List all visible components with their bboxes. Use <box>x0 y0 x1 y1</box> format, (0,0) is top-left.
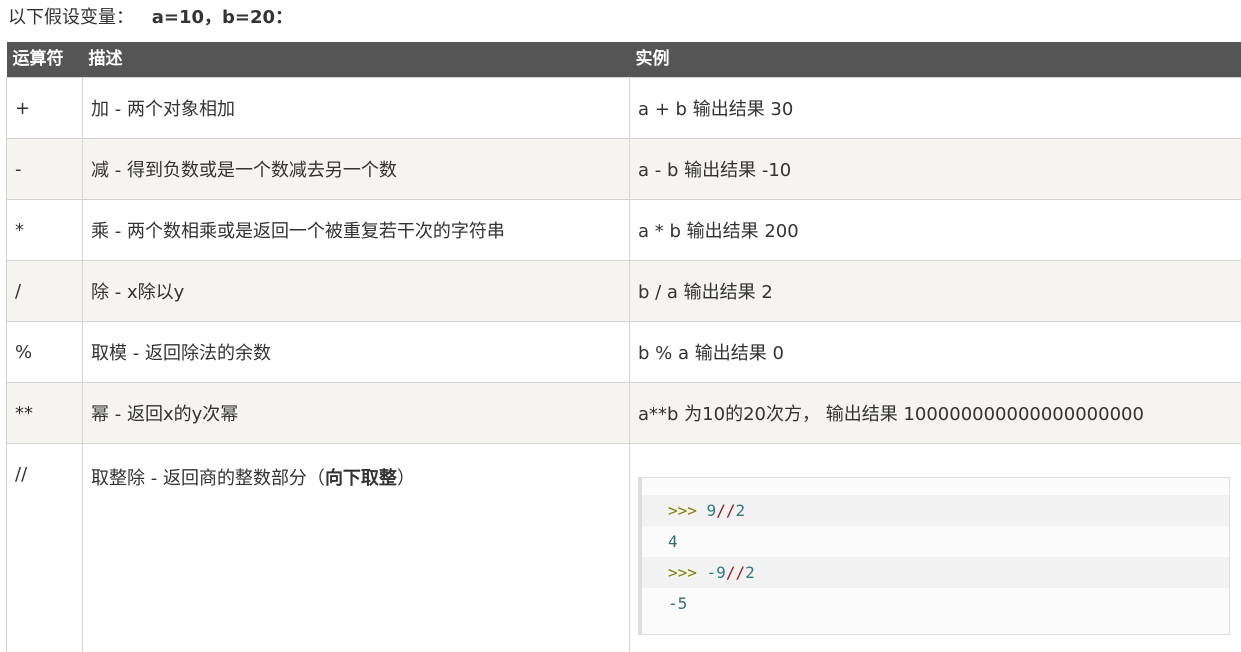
code-block: >>> 9//2 4 >>> -9//2 -5 <box>638 477 1230 635</box>
code-output: 4 <box>668 532 678 551</box>
intro-label: 以下假设变量： <box>8 7 134 28</box>
header-description: 描述 <box>83 42 630 78</box>
description-cell: 取整除 - 返回商的整数部分（向下取整） <box>83 444 630 652</box>
code-number: 9 <box>707 501 717 520</box>
operator-cell: // <box>7 444 83 652</box>
table-row: / 除 - x除以y b / a 输出结果 2 <box>7 261 1241 322</box>
code-prompt: >>> <box>668 563 697 582</box>
table-row: - 减 - 得到负数或是一个数减去另一个数 a - b 输出结果 -10 <box>7 139 1241 200</box>
operator-cell: ** <box>7 383 83 444</box>
code-output: -5 <box>668 594 687 613</box>
code-line: -5 <box>642 588 1229 619</box>
table-row: % 取模 - 返回除法的余数 b % a 输出结果 0 <box>7 322 1241 383</box>
code-line: >>> 9//2 <box>642 495 1229 526</box>
description-cell: 减 - 得到负数或是一个数减去另一个数 <box>83 139 630 200</box>
table-row: + 加 - 两个对象相加 a + b 输出结果 30 <box>7 78 1241 139</box>
table-row: ** 幂 - 返回x的y次幂 a**b 为10的20次方， 输出结果 10000… <box>7 383 1241 444</box>
description-text-end: ） <box>397 468 415 489</box>
code-operator: // <box>716 501 735 520</box>
description-cell: 幂 - 返回x的y次幂 <box>83 383 630 444</box>
operator-cell: % <box>7 322 83 383</box>
table-header-row: 运算符 描述 实例 <box>7 42 1241 78</box>
code-line: 4 <box>642 526 1229 557</box>
operators-table: 运算符 描述 实例 + 加 - 两个对象相加 a + b 输出结果 30 - 减… <box>6 42 1241 652</box>
description-text: 取整除 - 返回商的整数部分（ <box>91 468 325 489</box>
operator-cell: + <box>7 78 83 139</box>
intro-vars: a=10，b=20： <box>152 7 293 28</box>
example-cell: b / a 输出结果 2 <box>630 261 1241 322</box>
code-prompt: >>> <box>668 501 697 520</box>
code-number: 2 <box>735 501 745 520</box>
description-cell: 取模 - 返回除法的余数 <box>83 322 630 383</box>
example-cell: b % a 输出结果 0 <box>630 322 1241 383</box>
table-row: * 乘 - 两个数相乘或是返回一个被重复若干次的字符串 a * b 输出结果 2… <box>7 200 1241 261</box>
example-cell: >>> 9//2 4 >>> -9//2 -5 <box>630 444 1241 652</box>
intro-text: 以下假设变量： a=10，b=20： <box>8 4 293 32</box>
example-cell: a - b 输出结果 -10 <box>630 139 1241 200</box>
code-number: -9 <box>707 563 726 582</box>
operator-cell: / <box>7 261 83 322</box>
header-example: 实例 <box>630 42 1241 78</box>
example-cell: a * b 输出结果 200 <box>630 200 1241 261</box>
operator-cell: * <box>7 200 83 261</box>
example-cell: a + b 输出结果 30 <box>630 78 1241 139</box>
description-emphasis: 向下取整 <box>325 468 397 489</box>
description-cell: 加 - 两个对象相加 <box>83 78 630 139</box>
example-cell: a**b 为10的20次方， 输出结果 10000000000000000000… <box>630 383 1241 444</box>
description-cell: 除 - x除以y <box>83 261 630 322</box>
description-cell: 乘 - 两个数相乘或是返回一个被重复若干次的字符串 <box>83 200 630 261</box>
table-row: // 取整除 - 返回商的整数部分（向下取整） >>> 9//2 4 >>> -… <box>7 444 1241 652</box>
code-operator: // <box>726 563 745 582</box>
header-operator: 运算符 <box>7 42 83 78</box>
code-line: >>> -9//2 <box>642 557 1229 588</box>
operator-cell: - <box>7 139 83 200</box>
code-number: 2 <box>745 563 755 582</box>
